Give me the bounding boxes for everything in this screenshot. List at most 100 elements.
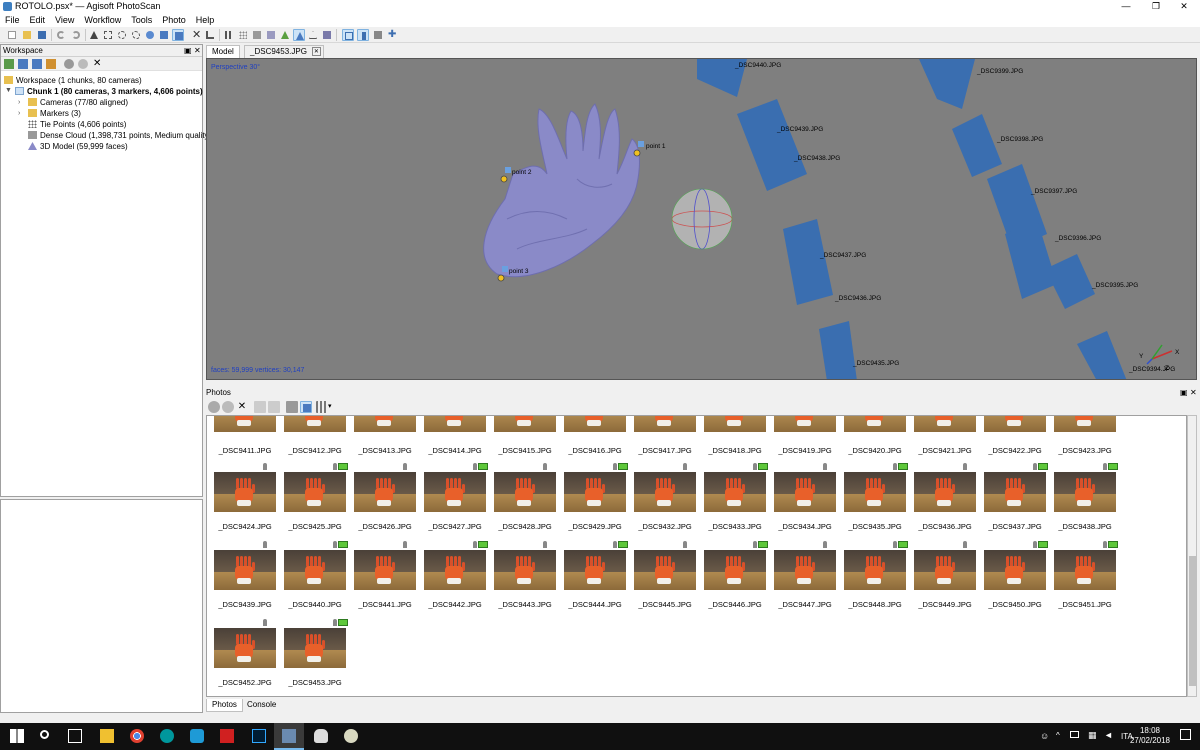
restore-button[interactable]: ❐ <box>1142 0 1170 13</box>
view-mode-icon[interactable] <box>316 401 328 413</box>
redo-icon[interactable] <box>70 29 82 41</box>
chrome-icon[interactable] <box>122 723 152 750</box>
disable-icon[interactable] <box>78 59 88 69</box>
rectangle-selection-icon[interactable] <box>102 29 114 41</box>
photo-thumbnail[interactable]: _DSC9417.JPG <box>634 416 696 455</box>
photo-thumbnail[interactable]: _DSC9419.JPG <box>774 416 836 455</box>
photo-thumbnail[interactable]: _DSC9416.JPG <box>564 416 626 455</box>
add-marker-icon[interactable] <box>46 59 56 69</box>
marker-flag-icon[interactable] <box>638 141 644 147</box>
menu-photo[interactable]: Photo <box>157 13 191 27</box>
menu-tools[interactable]: Tools <box>126 13 157 27</box>
app-icon-car[interactable] <box>306 723 336 750</box>
photo-thumbnail[interactable]: _DSC9428.JPG <box>494 463 556 531</box>
file-explorer-icon[interactable] <box>92 723 122 750</box>
solid-model-icon[interactable] <box>279 29 291 41</box>
photo-thumbnail[interactable]: _DSC9445.JPG <box>634 541 696 609</box>
tree-item-dense-cloud[interactable]: Dense Cloud (1,398,731 points, Medium qu… <box>28 130 211 141</box>
wireframe-icon[interactable] <box>307 29 319 41</box>
move-object-icon[interactable] <box>144 29 156 41</box>
tree-item-markers[interactable]: Markers (3) <box>28 108 81 119</box>
photo-thumbnail[interactable]: _DSC9452.JPG <box>214 619 276 687</box>
photo-thumbnail[interactable]: _DSC9435.JPG <box>844 463 908 531</box>
minimize-button[interactable]: — <box>1112 0 1140 13</box>
dense-cloud-icon[interactable] <box>251 29 263 41</box>
photo-thumbnail[interactable]: _DSC9453.JPG <box>284 619 348 687</box>
tab-photo[interactable]: _DSC9453.JPG ✕ <box>244 45 324 58</box>
collapse-icon[interactable]: ▼ <box>5 87 12 94</box>
tab-console[interactable]: Console <box>242 699 281 711</box>
remove-icon[interactable]: ✕ <box>93 59 103 69</box>
notifications-icon[interactable] <box>1180 729 1191 740</box>
cura-icon[interactable] <box>182 723 212 750</box>
workspace-root[interactable]: Workspace (1 chunks, 80 cameras) <box>4 75 142 86</box>
search-icon[interactable] <box>30 723 60 750</box>
photo-thumbnail[interactable]: _DSC9446.JPG <box>704 541 768 609</box>
add-chunk-icon[interactable] <box>4 59 14 69</box>
tab-model[interactable]: Model <box>206 45 240 58</box>
dropdown-icon[interactable]: ▾ <box>328 401 340 413</box>
marker-flag-icon[interactable] <box>502 266 508 272</box>
camera-plane[interactable] <box>919 59 975 109</box>
photo-thumbnail[interactable]: _DSC9425.JPG <box>284 463 348 531</box>
photo-thumbnail[interactable]: _DSC9442.JPG <box>424 541 488 609</box>
solidworks-icon[interactable] <box>212 723 242 750</box>
reset-view-icon[interactable]: ✚ <box>386 29 398 41</box>
photo-thumbnail[interactable]: _DSC9414.JPG <box>424 416 486 455</box>
show-cameras-icon[interactable] <box>223 29 235 41</box>
photo-thumbnail[interactable]: _DSC9448.JPG <box>844 541 908 609</box>
tree-item-tie-points[interactable]: Tie Points (4,606 points) <box>28 119 126 130</box>
float-pane-icon[interactable]: ▣ <box>184 45 192 57</box>
camera-plane[interactable] <box>783 219 833 305</box>
photo-thumbnail[interactable]: _DSC9415.JPG <box>494 416 556 455</box>
photo-thumbnail[interactable]: _DSC9418.JPG <box>704 416 766 455</box>
resize-region-icon[interactable] <box>172 29 184 41</box>
menu-help[interactable]: Help <box>191 13 220 27</box>
photo-thumbnail[interactable]: _DSC9440.JPG <box>284 541 348 609</box>
photo-thumbnail[interactable]: _DSC9421.JPG <box>914 416 976 455</box>
app-icon-globe[interactable] <box>336 723 366 750</box>
camera-plane[interactable] <box>1045 254 1095 309</box>
start-button[interactable] <box>2 723 32 750</box>
thumbnails-icon[interactable] <box>300 401 312 413</box>
show-region-icon[interactable] <box>342 29 354 41</box>
tiled-model-icon[interactable] <box>321 29 333 41</box>
marker-point[interactable] <box>633 149 641 157</box>
disable-camera-icon[interactable] <box>222 401 234 413</box>
model-view[interactable]: _DSC9440.JPG _DSC9439.JPG _DSC9438.JPG _… <box>206 58 1197 380</box>
enable-icon[interactable] <box>64 59 74 69</box>
task-view-icon[interactable] <box>60 723 90 750</box>
free-form-selection-icon[interactable] <box>130 29 142 41</box>
photo-thumbnail[interactable]: _DSC9423.JPG <box>1054 416 1116 455</box>
camera-plane[interactable] <box>737 99 807 191</box>
close-button[interactable]: ✕ <box>1170 0 1198 13</box>
enable-camera-icon[interactable] <box>208 401 220 413</box>
photo-thumbnail[interactable]: _DSC9443.JPG <box>494 541 556 609</box>
battery-icon[interactable] <box>1070 731 1079 738</box>
menu-file[interactable]: File <box>0 13 25 27</box>
close-pane-icon[interactable]: ✕ <box>194 45 201 57</box>
camera-plane[interactable] <box>819 321 857 380</box>
undo-icon[interactable] <box>55 29 67 41</box>
delete-selection-icon[interactable]: ✕ <box>190 29 202 41</box>
menu-view[interactable]: View <box>50 13 79 27</box>
photo-thumbnail[interactable]: _DSC9412.JPG <box>284 416 346 455</box>
marker-point[interactable] <box>500 175 508 183</box>
clock[interactable]: 18:08 27/02/2018 <box>1130 726 1170 746</box>
photoshop-icon[interactable] <box>244 723 274 750</box>
navigation-icon[interactable] <box>88 29 100 41</box>
arduino-icon[interactable] <box>152 723 182 750</box>
remove-camera-icon[interactable]: ✕ <box>236 401 248 413</box>
photo-thumbnail[interactable]: _DSC9436.JPG <box>914 463 976 531</box>
close-pane-icon[interactable]: ✕ <box>1190 387 1197 399</box>
add-folder-icon[interactable] <box>32 59 42 69</box>
photo-thumbnail[interactable]: _DSC9441.JPG <box>354 541 416 609</box>
expand-icon[interactable]: › <box>18 110 20 117</box>
expand-icon[interactable]: › <box>18 99 20 106</box>
people-icon[interactable]: ☺ <box>1040 731 1049 741</box>
photo-thumbnail[interactable]: _DSC9433.JPG <box>704 463 768 531</box>
menu-workflow[interactable]: Workflow <box>79 13 126 27</box>
photo-thumbnail[interactable]: _DSC9449.JPG <box>914 541 976 609</box>
camera-plane[interactable] <box>1005 219 1057 299</box>
photo-thumbnail[interactable]: _DSC9450.JPG <box>984 541 1048 609</box>
